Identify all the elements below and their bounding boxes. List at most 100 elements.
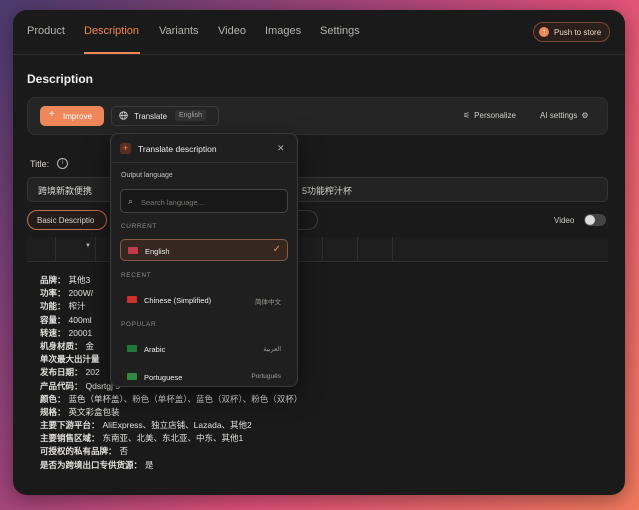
language-option-english[interactable]: English ✓ <box>120 239 288 261</box>
spec-value: 20001 <box>68 327 93 338</box>
video-toggle[interactable] <box>584 214 606 226</box>
spec-value: 200W/ <box>68 288 94 299</box>
spec-row: 是否为跨境出口专供货源：是 <box>40 459 302 472</box>
upload-icon: ↑ <box>539 27 549 37</box>
translate-popup: + Translate description ✕ Output languag… <box>110 133 298 387</box>
spec-row: 颜色： 蓝色（单杯盖）、粉色（单杯盖）、蓝色（双杯）、粉色（双杯） <box>40 393 302 406</box>
language-search-input[interactable] <box>139 194 283 210</box>
spec-key: 发布日期： <box>40 367 83 378</box>
push-button-label: Push to store <box>554 28 602 37</box>
tab-settings[interactable]: Settings <box>320 25 360 37</box>
spec-key: 机身材质： <box>40 340 83 351</box>
output-language-label: Output language <box>121 172 173 179</box>
spec-value: 英文彩盒包装 <box>68 406 120 417</box>
spec-key: 是否为跨境出口专供货源： <box>40 459 143 470</box>
chevron-down-icon[interactable]: ▼ <box>85 243 91 249</box>
translate-label: Translate <box>134 112 168 121</box>
section-current: CURRENT <box>121 223 157 230</box>
active-tab-indicator <box>84 52 140 54</box>
language-badge: English <box>175 110 206 121</box>
spec-key: 颜色： <box>40 393 66 404</box>
toggle-knob <box>585 215 595 225</box>
flag-icon <box>127 345 137 352</box>
spec-row: 规格： 英文彩盒包装 <box>40 406 302 419</box>
language-native-name: العربية <box>263 346 281 353</box>
language-option-arabic[interactable]: Arabic العربية <box>120 338 288 360</box>
spec-value: 东南亚、北美、东北亚、中东、其他1 <box>102 433 244 444</box>
language-option-chinese[interactable]: Chinese (Simplified) 简体中文 <box>120 289 288 311</box>
video-toggle-label: Video <box>554 216 575 225</box>
spec-key: 产品代码： <box>40 380 83 391</box>
tab-images[interactable]: Images <box>265 25 301 37</box>
spec-key: 主要销售区域： <box>40 433 100 444</box>
personalize-label: Personalize <box>474 111 516 120</box>
flag-icon <box>128 247 138 254</box>
spec-value: AliExpress、独立店铺、Lazada、其他2 <box>102 420 252 431</box>
section-recent: RECENT <box>121 272 152 279</box>
language-name: Portuguese <box>144 373 183 382</box>
page-title: Description <box>27 72 94 86</box>
personalize-button[interactable]: ⚟ Personalize <box>463 111 516 120</box>
spec-key: 功能： <box>40 301 66 312</box>
info-icon[interactable]: i <box>57 158 68 169</box>
spec-key: 品牌： <box>40 275 66 285</box>
spec-row: 主要销售区域： 东南亚、北美、东北亚、中东、其他1 <box>40 432 302 445</box>
tab-product[interactable]: Product <box>27 25 65 37</box>
spec-value: 是 <box>145 459 154 470</box>
pill-basic-description[interactable]: Basic Descriptio <box>27 210 107 230</box>
language-native-name: Português <box>251 373 281 380</box>
spec-row: 主要下游平台： AliExpress、独立店铺、Lazada、其他2 <box>40 419 302 432</box>
language-option-portuguese[interactable]: Portuguese Português <box>120 366 288 388</box>
popup-header: + Translate description ✕ <box>111 134 297 163</box>
title-value-end: 5功能榨汁杯 <box>302 186 353 196</box>
section-popular: POPULAR <box>121 321 157 328</box>
title-value-start: 跨境新款便携 <box>38 186 93 196</box>
tab-variants[interactable]: Variants <box>159 25 199 37</box>
toolbar-divider <box>95 237 96 261</box>
plus-icon: + <box>120 143 131 154</box>
ai-settings-label: AI settings <box>540 111 578 120</box>
gear-icon: ⚙ <box>581 111 589 120</box>
tab-description[interactable]: Description <box>84 25 139 37</box>
title-label: Title: <box>30 159 50 169</box>
top-nav: Product Description Variants Video Image… <box>13 10 625 55</box>
description-toolbar: + Improve Translate English ⚟ Personalize… <box>27 97 608 135</box>
translate-button[interactable]: Translate English <box>111 106 219 126</box>
language-name: Arabic <box>144 345 166 354</box>
toolbar-divider <box>322 237 323 261</box>
spec-value: 榨汁 <box>68 301 86 312</box>
spec-value: 蓝色（单杯盖）、粉色（单杯盖）、蓝色（双杯）、粉色（双杯） <box>68 393 303 404</box>
plus-icon: + <box>49 109 55 120</box>
close-icon[interactable]: ✕ <box>277 143 285 154</box>
flag-icon <box>127 373 137 380</box>
spec-key: 主要下游平台： <box>40 420 100 431</box>
flag-icon <box>127 296 137 303</box>
tab-video[interactable]: Video <box>218 25 246 37</box>
globe-icon <box>119 111 128 120</box>
pill-basic-label: Basic Descriptio <box>37 216 95 225</box>
spec-key: 规格： <box>40 406 66 417</box>
language-native-name: 简体中文 <box>255 299 281 306</box>
toolbar-divider <box>357 237 358 261</box>
spec-key: 功率： <box>40 288 66 299</box>
improve-label: Improve <box>63 112 92 121</box>
check-icon: ✓ <box>272 244 281 255</box>
ai-settings-button[interactable]: AI settings ⚙ <box>540 111 589 120</box>
toolbar-divider <box>392 237 393 261</box>
spec-value: 400ml <box>68 314 92 325</box>
improve-button[interactable]: + Improve <box>40 106 104 126</box>
spec-row: 可授权的私有品牌：否 <box>40 445 302 458</box>
spec-value: 金 <box>85 340 95 351</box>
sliders-icon: ⚟ <box>463 111 471 120</box>
search-icon: ⌕ <box>128 196 134 206</box>
language-search[interactable]: ⌕ <box>120 189 288 213</box>
spec-key: 容量： <box>40 314 66 325</box>
language-name: English <box>145 247 170 256</box>
toolbar-divider <box>55 237 56 261</box>
popup-title: Translate description <box>138 144 217 154</box>
spec-key: 转速： <box>40 327 66 338</box>
push-to-store-button[interactable]: ↑ Push to store <box>533 22 610 42</box>
spec-value: 其他3 <box>68 275 91 285</box>
spec-value: 202 <box>85 367 100 378</box>
language-name: Chinese (Simplified) <box>144 296 212 305</box>
